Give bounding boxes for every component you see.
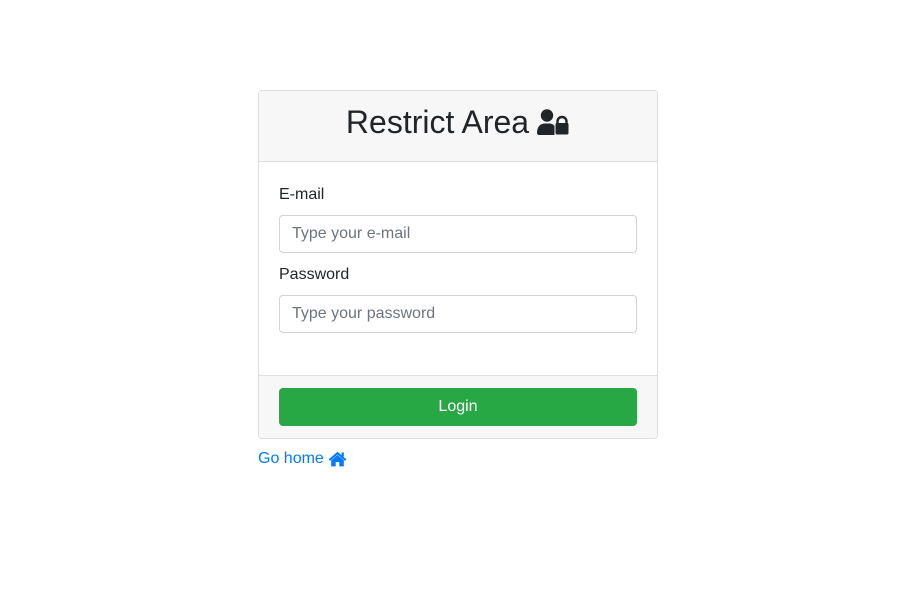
go-home-label: Go home xyxy=(258,450,324,467)
password-group: Password xyxy=(279,267,637,333)
login-container: Restrict Area E-mail Password xyxy=(258,90,658,468)
page-title: Restrict Area xyxy=(346,106,570,138)
go-home-link[interactable]: Go home xyxy=(258,451,347,467)
password-label: Password xyxy=(279,266,350,283)
email-group: E-mail xyxy=(279,187,637,253)
email-label: E-mail xyxy=(279,186,325,203)
user-lock-icon xyxy=(537,109,570,135)
login-card: Restrict Area E-mail Password xyxy=(258,90,658,439)
password-field[interactable] xyxy=(279,295,637,333)
login-button[interactable]: Login xyxy=(279,388,637,426)
email-field[interactable] xyxy=(279,215,637,253)
home-icon xyxy=(328,451,347,467)
card-header: Restrict Area xyxy=(259,91,657,162)
page-title-text: Restrict Area xyxy=(345,104,530,140)
login-form: E-mail Password xyxy=(259,162,657,375)
card-footer: Login xyxy=(259,375,657,438)
